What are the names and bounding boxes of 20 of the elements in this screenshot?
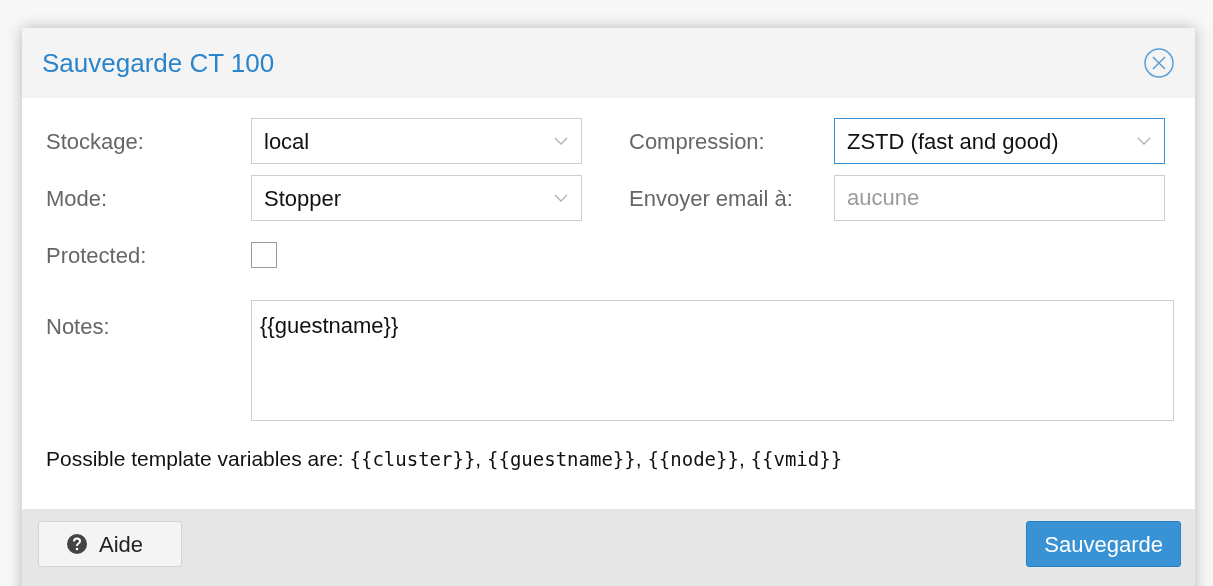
notes-field[interactable]: {{guestname}} <box>251 300 1174 421</box>
field-label: Mode: <box>46 184 109 213</box>
dropdown-field[interactable]: Stopper <box>251 175 582 221</box>
field-label: Protected: <box>46 241 148 270</box>
dropdown-field[interactable]: local <box>251 118 582 164</box>
field-label: Notes: <box>46 313 111 341</box>
caret-icon <box>553 136 569 146</box>
close-icon[interactable] <box>1143 47 1175 79</box>
dropdown-field[interactable]: ZSTD (fast and good) <box>834 118 1165 164</box>
field-label: Envoyer email à: <box>629 184 794 213</box>
field-label: Compression: <box>629 127 766 156</box>
help-icon <box>67 534 87 554</box>
dialog-title: Sauvegarde CT 100 <box>42 46 275 80</box>
template-hint: Possible template variables are: {{cluster}}, {{guestname}}, {{node}}, {{vmid}} <box>46 446 843 472</box>
checkbox[interactable] <box>251 242 277 268</box>
field-label: Stockage: <box>46 127 145 156</box>
email-field[interactable]: aucune <box>834 175 1165 221</box>
caret-icon <box>553 193 569 203</box>
help-button[interactable]: Aide <box>38 521 182 567</box>
caret-icon <box>1136 136 1152 146</box>
